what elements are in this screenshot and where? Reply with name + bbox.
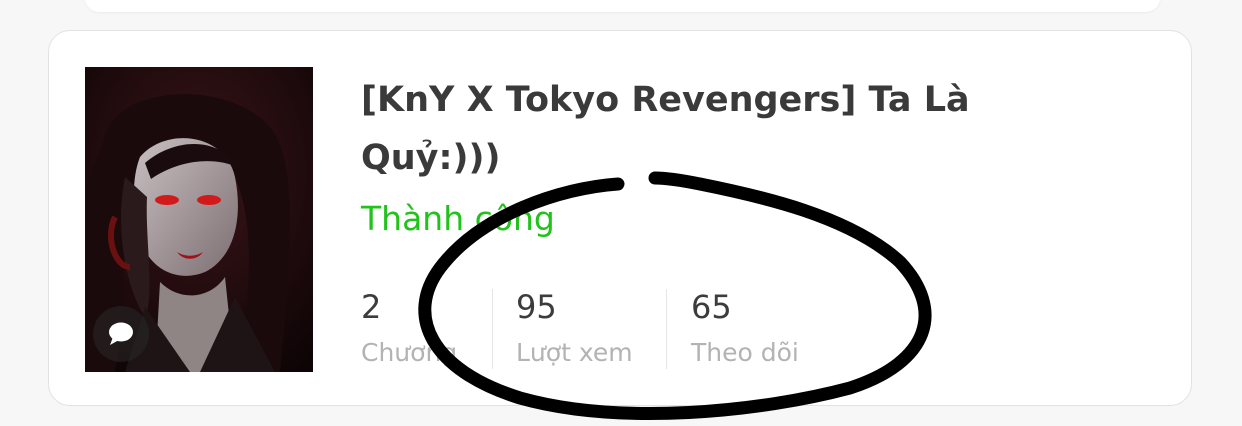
story-cover-image[interactable] xyxy=(85,67,313,372)
views-label: Lượt xem xyxy=(516,338,633,367)
stat-follows: 65 Theo dõi xyxy=(691,287,799,371)
chapters-count: 2 xyxy=(361,288,382,326)
story-card[interactable]: [KnY X Tokyo Revengers] Ta Là Quỷ:))) Th… xyxy=(48,30,1192,406)
previous-card-edge xyxy=(85,0,1160,12)
chat-bubble-icon xyxy=(109,322,133,345)
views-count: 95 xyxy=(516,288,557,326)
chapters-label: Chương xyxy=(361,338,458,367)
stat-chapters: 2 Chương xyxy=(361,287,457,371)
stat-views: 95 Lượt xem xyxy=(516,287,633,371)
story-status: Thành công xyxy=(361,199,555,238)
follows-label: Theo dõi xyxy=(691,338,799,367)
comment-badge[interactable] xyxy=(93,306,149,362)
stat-divider xyxy=(492,289,493,369)
follows-count: 65 xyxy=(691,288,732,326)
story-title[interactable]: [KnY X Tokyo Revengers] Ta Là Quỷ:))) xyxy=(361,71,1001,187)
stat-divider xyxy=(666,289,667,369)
